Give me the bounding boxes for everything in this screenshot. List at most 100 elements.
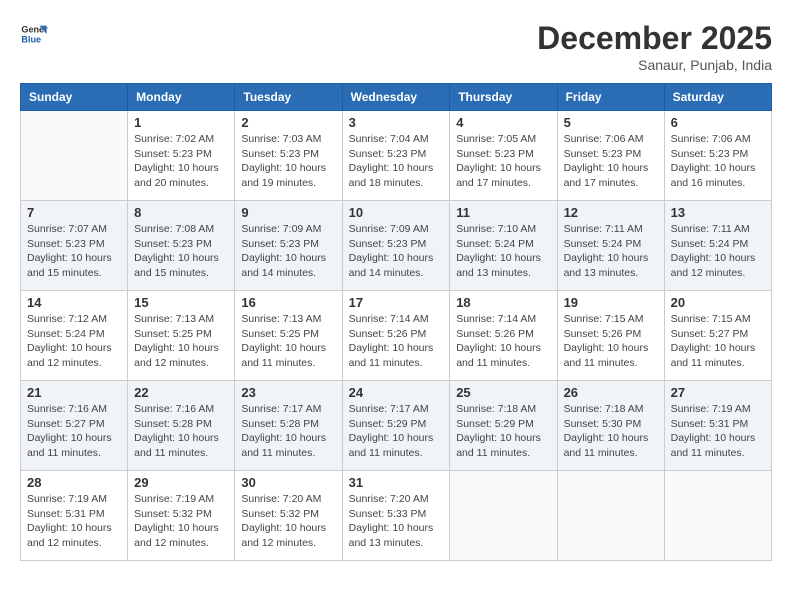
day-number: 11 — [456, 205, 550, 220]
day-number: 8 — [134, 205, 228, 220]
day-info: Sunrise: 7:14 AM Sunset: 5:26 PM Dayligh… — [456, 312, 550, 371]
day-number: 29 — [134, 475, 228, 490]
day-number: 10 — [349, 205, 444, 220]
calendar-cell: 24 Sunrise: 7:17 AM Sunset: 5:29 PM Dayli… — [342, 381, 450, 471]
day-info: Sunrise: 7:02 AM Sunset: 5:23 PM Dayligh… — [134, 132, 228, 191]
day-info: Sunrise: 7:06 AM Sunset: 5:23 PM Dayligh… — [564, 132, 658, 191]
calendar-cell: 10Sunrise: 7:09 AM Sunset: 5:23 PM Dayli… — [342, 201, 450, 291]
logo-icon: General Blue — [20, 20, 48, 48]
calendar-cell: 18Sunrise: 7:14 AM Sunset: 5:26 PM Dayli… — [450, 291, 557, 381]
calendar-cell: 29 Sunrise: 7:19 AM Sunset: 5:32 PM Dayli… — [128, 471, 235, 561]
day-number: 9 — [241, 205, 335, 220]
calendar-cell: 20 Sunrise: 7:15 AM Sunset: 5:27 PM Dayli… — [664, 291, 771, 381]
day-info: Sunrise: 7:16 AM Sunset: 5:28 PM Dayligh… — [134, 402, 228, 461]
day-number: 3 — [349, 115, 444, 130]
calendar-cell: 21 Sunrise: 7:16 AM Sunset: 5:27 PM Dayli… — [21, 381, 128, 471]
day-info: Sunrise: 7:19 AM Sunset: 5:31 PM Dayligh… — [27, 492, 121, 551]
day-number: 31 — [349, 475, 444, 490]
calendar-cell: 22 Sunrise: 7:16 AM Sunset: 5:28 PM Dayli… — [128, 381, 235, 471]
day-header-thursday: Thursday — [450, 84, 557, 111]
calendar-cell: 19Sunrise: 7:15 AM Sunset: 5:26 PM Dayli… — [557, 291, 664, 381]
calendar-week-row: 21 Sunrise: 7:16 AM Sunset: 5:27 PM Dayli… — [21, 381, 772, 471]
day-info: Sunrise: 7:18 AM Sunset: 5:30 PM Dayligh… — [564, 402, 658, 461]
day-number: 17 — [349, 295, 444, 310]
day-info: Sunrise: 7:17 AM Sunset: 5:28 PM Dayligh… — [241, 402, 335, 461]
day-number: 21 — [27, 385, 121, 400]
calendar-cell: 2Sunrise: 7:03 AM Sunset: 5:23 PM Daylig… — [235, 111, 342, 201]
calendar-cell: 27 Sunrise: 7:19 AM Sunset: 5:31 PM Dayli… — [664, 381, 771, 471]
calendar-cell: 11 Sunrise: 7:10 AM Sunset: 5:24 PM Dayli… — [450, 201, 557, 291]
day-number: 23 — [241, 385, 335, 400]
day-number: 27 — [671, 385, 765, 400]
day-number: 6 — [671, 115, 765, 130]
logo: General Blue — [20, 20, 48, 48]
day-number: 22 — [134, 385, 228, 400]
day-header-tuesday: Tuesday — [235, 84, 342, 111]
day-info: Sunrise: 7:15 AM Sunset: 5:26 PM Dayligh… — [564, 312, 658, 371]
calendar-cell: 25 Sunrise: 7:18 AM Sunset: 5:29 PM Dayli… — [450, 381, 557, 471]
day-number: 28 — [27, 475, 121, 490]
day-info: Sunrise: 7:19 AM Sunset: 5:31 PM Dayligh… — [671, 402, 765, 461]
day-info: Sunrise: 7:05 AM Sunset: 5:23 PM Dayligh… — [456, 132, 550, 191]
day-info: Sunrise: 7:10 AM Sunset: 5:24 PM Dayligh… — [456, 222, 550, 281]
svg-text:Blue: Blue — [21, 34, 41, 44]
day-number: 12 — [564, 205, 658, 220]
day-info: Sunrise: 7:08 AM Sunset: 5:23 PM Dayligh… — [134, 222, 228, 281]
day-number: 2 — [241, 115, 335, 130]
month-title: December 2025 — [537, 20, 772, 57]
day-number: 24 — [349, 385, 444, 400]
day-number: 25 — [456, 385, 550, 400]
day-info: Sunrise: 7:18 AM Sunset: 5:29 PM Dayligh… — [456, 402, 550, 461]
calendar-cell: 16Sunrise: 7:13 AM Sunset: 5:25 PM Dayli… — [235, 291, 342, 381]
calendar-cell — [557, 471, 664, 561]
day-info: Sunrise: 7:20 AM Sunset: 5:32 PM Dayligh… — [241, 492, 335, 551]
calendar-cell — [450, 471, 557, 561]
day-number: 26 — [564, 385, 658, 400]
calendar-cell: 6 Sunrise: 7:06 AM Sunset: 5:23 PM Daylig… — [664, 111, 771, 201]
day-number: 4 — [456, 115, 550, 130]
day-number: 5 — [564, 115, 658, 130]
calendar-cell: 30Sunrise: 7:20 AM Sunset: 5:32 PM Dayli… — [235, 471, 342, 561]
calendar-cell — [21, 111, 128, 201]
calendar-cell: 28 Sunrise: 7:19 AM Sunset: 5:31 PM Dayli… — [21, 471, 128, 561]
calendar-cell — [664, 471, 771, 561]
day-header-friday: Friday — [557, 84, 664, 111]
title-block: December 2025 Sanaur, Punjab, India — [537, 20, 772, 73]
day-number: 13 — [671, 205, 765, 220]
calendar-header-row: SundayMondayTuesdayWednesdayThursdayFrid… — [21, 84, 772, 111]
day-info: Sunrise: 7:15 AM Sunset: 5:27 PM Dayligh… — [671, 312, 765, 371]
calendar-cell: 9 Sunrise: 7:09 AM Sunset: 5:23 PM Daylig… — [235, 201, 342, 291]
day-number: 14 — [27, 295, 121, 310]
location-subtitle: Sanaur, Punjab, India — [537, 57, 772, 73]
day-info: Sunrise: 7:13 AM Sunset: 5:25 PM Dayligh… — [241, 312, 335, 371]
day-info: Sunrise: 7:16 AM Sunset: 5:27 PM Dayligh… — [27, 402, 121, 461]
calendar-week-row: 14Sunrise: 7:12 AM Sunset: 5:24 PM Dayli… — [21, 291, 772, 381]
calendar-cell: 23 Sunrise: 7:17 AM Sunset: 5:28 PM Dayli… — [235, 381, 342, 471]
calendar-cell: 5 Sunrise: 7:06 AM Sunset: 5:23 PM Daylig… — [557, 111, 664, 201]
day-header-monday: Monday — [128, 84, 235, 111]
day-header-saturday: Saturday — [664, 84, 771, 111]
calendar-cell: 1 Sunrise: 7:02 AM Sunset: 5:23 PM Daylig… — [128, 111, 235, 201]
day-number: 15 — [134, 295, 228, 310]
calendar-cell: 17Sunrise: 7:14 AM Sunset: 5:26 PM Dayli… — [342, 291, 450, 381]
page-header: General Blue December 2025 Sanaur, Punja… — [20, 20, 772, 73]
day-info: Sunrise: 7:09 AM Sunset: 5:23 PM Dayligh… — [241, 222, 335, 281]
day-header-wednesday: Wednesday — [342, 84, 450, 111]
calendar-cell: 8 Sunrise: 7:08 AM Sunset: 5:23 PM Daylig… — [128, 201, 235, 291]
day-header-sunday: Sunday — [21, 84, 128, 111]
calendar-cell: 26 Sunrise: 7:18 AM Sunset: 5:30 PM Dayli… — [557, 381, 664, 471]
day-info: Sunrise: 7:17 AM Sunset: 5:29 PM Dayligh… — [349, 402, 444, 461]
day-info: Sunrise: 7:06 AM Sunset: 5:23 PM Dayligh… — [671, 132, 765, 191]
calendar-week-row: 7Sunrise: 7:07 AM Sunset: 5:23 PM Daylig… — [21, 201, 772, 291]
calendar-week-row: 1 Sunrise: 7:02 AM Sunset: 5:23 PM Daylig… — [21, 111, 772, 201]
calendar-cell: 15Sunrise: 7:13 AM Sunset: 5:25 PM Dayli… — [128, 291, 235, 381]
calendar-cell: 14Sunrise: 7:12 AM Sunset: 5:24 PM Dayli… — [21, 291, 128, 381]
calendar-week-row: 28 Sunrise: 7:19 AM Sunset: 5:31 PM Dayli… — [21, 471, 772, 561]
day-info: Sunrise: 7:20 AM Sunset: 5:33 PM Dayligh… — [349, 492, 444, 551]
calendar-cell: 12Sunrise: 7:11 AM Sunset: 5:24 PM Dayli… — [557, 201, 664, 291]
day-info: Sunrise: 7:04 AM Sunset: 5:23 PM Dayligh… — [349, 132, 444, 191]
day-info: Sunrise: 7:19 AM Sunset: 5:32 PM Dayligh… — [134, 492, 228, 551]
day-number: 1 — [134, 115, 228, 130]
calendar-cell: 31 Sunrise: 7:20 AM Sunset: 5:33 PM Dayli… — [342, 471, 450, 561]
day-number: 20 — [671, 295, 765, 310]
